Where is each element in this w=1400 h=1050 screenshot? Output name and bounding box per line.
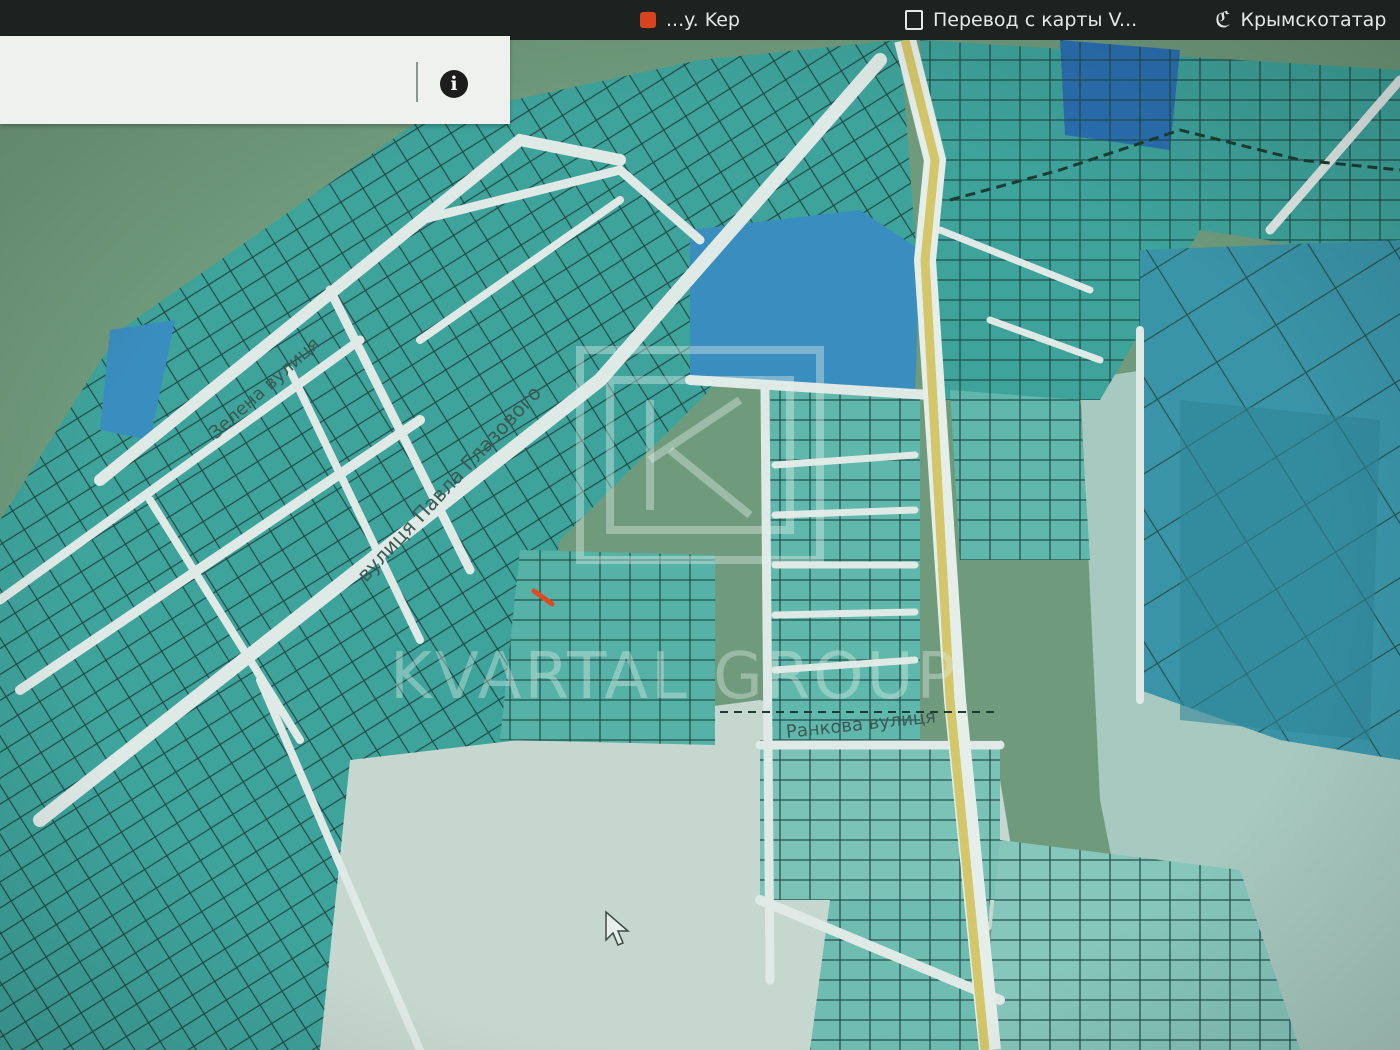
tab-label: ...y. Kep: [666, 9, 740, 31]
mouse-cursor-icon: [605, 910, 630, 946]
info-button[interactable]: i: [440, 70, 468, 98]
browser-tab-1[interactable]: ...y. Kep: [640, 0, 740, 40]
info-icon: i: [450, 73, 458, 95]
kvartal-logo-icon: [576, 346, 824, 564]
c-app-icon: ℭ: [1215, 7, 1231, 33]
browser-tab-2[interactable]: Перевод с карты V...: [905, 0, 1137, 40]
watermark-text: KVARTAL GROUP: [390, 640, 959, 714]
bookmark-icon: [905, 10, 923, 30]
search-input[interactable]: [0, 36, 414, 126]
panel-divider: [416, 62, 418, 102]
browser-tab-bar: ...y. Kep Перевод с карты V... ℭ Крымско…: [0, 0, 1400, 40]
tab-label: Крымскотатар: [1240, 9, 1387, 31]
map-search-panel: [0, 36, 510, 126]
browser-tab-3[interactable]: ℭ Крымскотатар: [1215, 0, 1386, 40]
app-red-icon: [640, 12, 656, 28]
tab-label: Перевод с карты V...: [933, 9, 1138, 31]
